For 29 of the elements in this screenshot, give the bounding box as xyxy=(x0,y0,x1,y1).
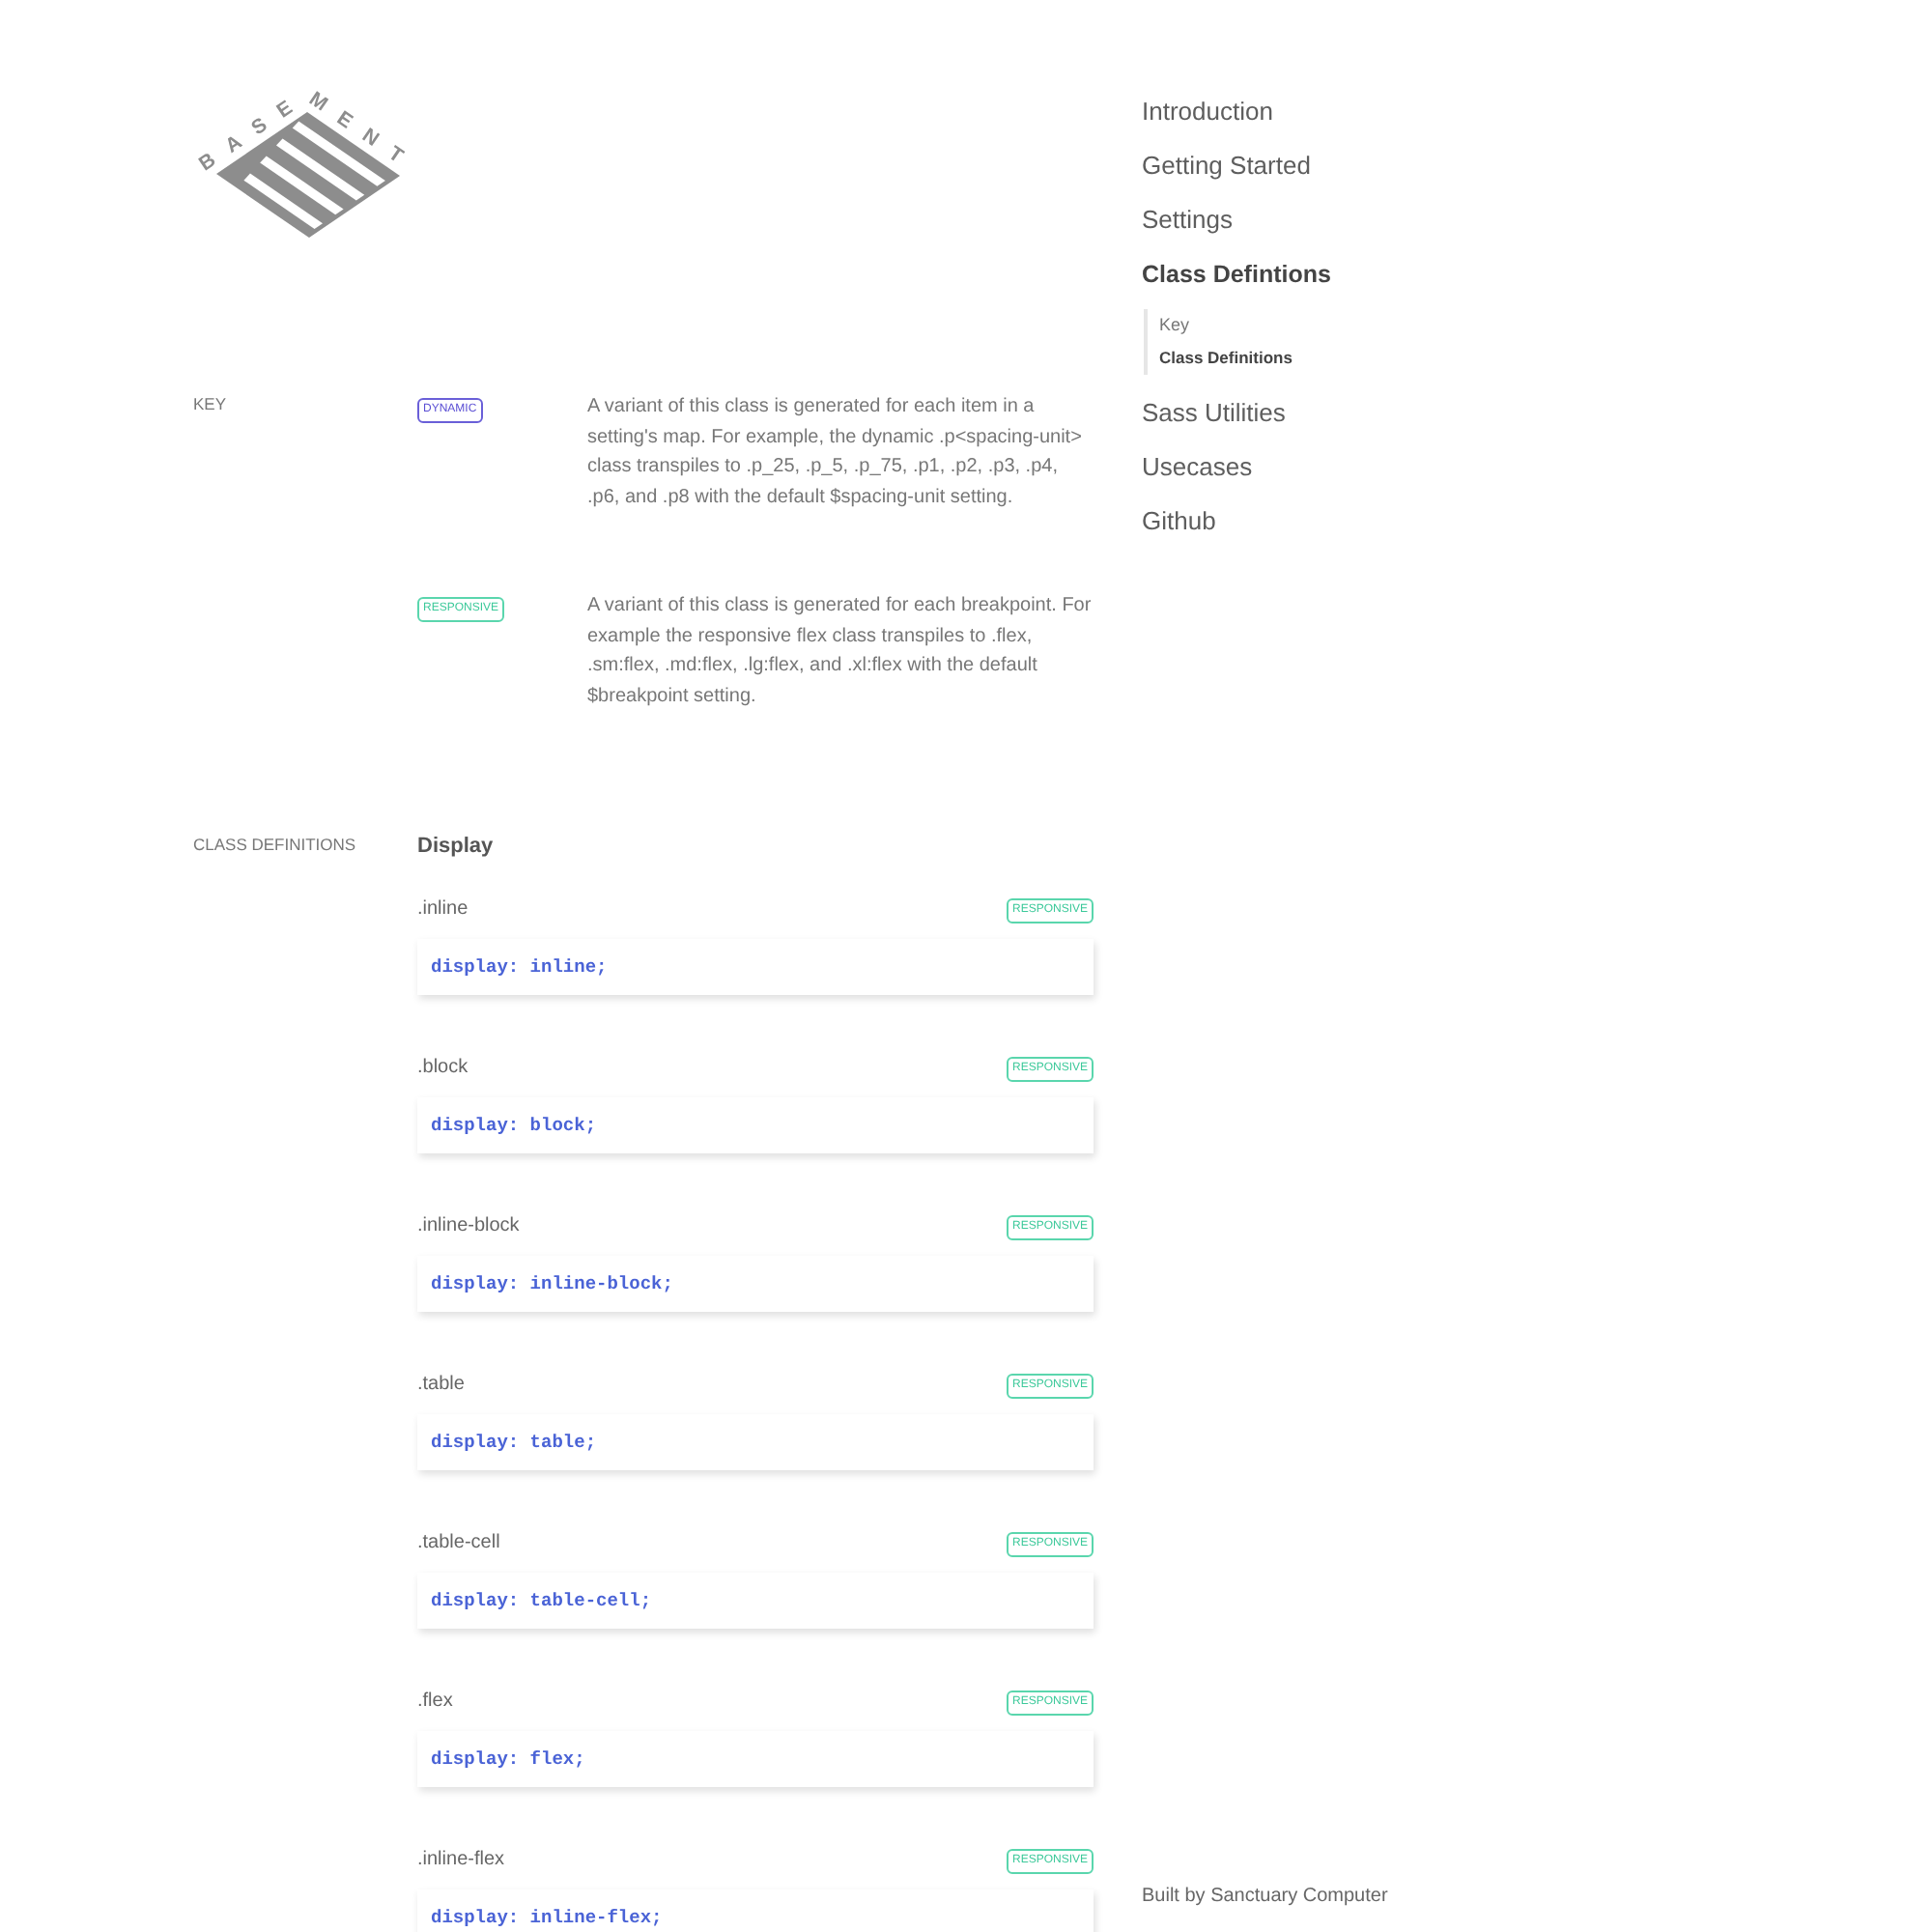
code-text: display: inline; xyxy=(431,954,608,980)
class-name: .inline-block xyxy=(417,1213,520,1240)
class-name: .block xyxy=(417,1055,469,1082)
code-text: display: inline-block; xyxy=(431,1271,673,1296)
nav-sublink[interactable]: Class Definitions xyxy=(1159,342,1293,375)
class-name: .inline xyxy=(417,896,469,923)
class-name: .table-cell xyxy=(417,1530,500,1557)
group-title: Display xyxy=(417,833,494,860)
nav-link[interactable]: Settings xyxy=(1142,205,1233,236)
section-label: KEY xyxy=(193,392,227,415)
class-name: .table xyxy=(417,1372,465,1399)
code-text: display: flex; xyxy=(431,1747,585,1772)
code-text: display: table-cell; xyxy=(431,1588,652,1613)
nav-sublink[interactable]: Key xyxy=(1159,309,1190,342)
class-name: .flex xyxy=(417,1689,453,1716)
nav-link[interactable]: Class Defintions xyxy=(1142,259,1331,290)
code-text: display: block; xyxy=(431,1113,597,1138)
nav-link[interactable]: Github xyxy=(1142,506,1216,537)
code-text: display: table; xyxy=(431,1430,597,1455)
nav-link[interactable]: Usecases xyxy=(1142,452,1253,483)
key-description: A variant of this class is generated for each item in a setting's map. For example, the dynamic .p<spacing-unit> class transpiles to .p_25, .p_5, .p_75, .p1, .p2, .p3, .p4, .p6, and .p8 with the default $spacing-unit setting. xyxy=(587,394,1084,511)
nav-link[interactable]: Getting Started xyxy=(1142,151,1311,182)
code-text: display: inline-flex; xyxy=(431,1905,663,1930)
nav-link[interactable]: Introduction xyxy=(1142,97,1273,128)
key-description: A variant of this class is generated for each breakpoint. For example the responsive flex class transpiles to .flex, .sm:flex, .md:flex, .lg:flex, and .xl:flex with the default $breakpoint setting. xyxy=(587,593,1094,710)
section-label: CLASS DEFINITIONS xyxy=(193,833,356,856)
class-name: .inline-flex xyxy=(417,1847,505,1874)
nav-link[interactable]: Sass Utilities xyxy=(1142,398,1286,429)
footer-credit: Built by Sanctuary Computer xyxy=(1142,1884,1388,1909)
